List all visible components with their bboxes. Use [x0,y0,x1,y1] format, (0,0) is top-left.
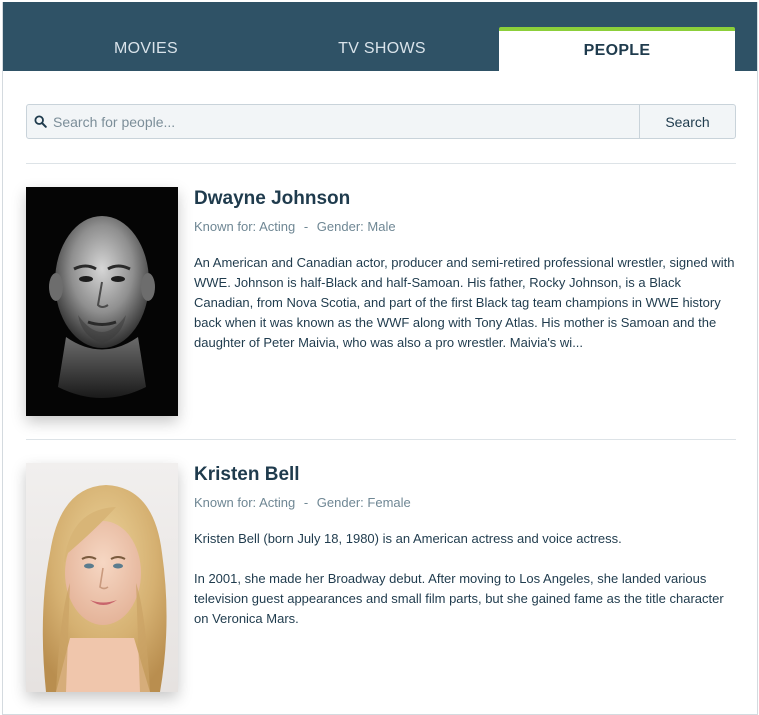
person-info: Dwayne Johnson Known for: Acting - Gende… [194,187,736,353]
gender-label: Gender: [316,219,364,234]
gender-value: Female [367,495,411,510]
meta-separator: - [303,219,309,234]
tab-people[interactable]: PEOPLE [499,27,735,71]
person-meta: Known for: Acting - Gender: Male [194,219,736,235]
bio-paragraph: An American and Canadian actor, producer… [194,255,735,350]
search-input[interactable] [53,105,639,138]
gender-value: Male [367,219,396,234]
person-photo[interactable] [26,187,178,416]
person-bio: An American and Canadian actor, producer… [194,253,736,353]
bio-paragraph: Kristen Bell (born July 18, 1980) is an … [194,531,622,546]
divider [26,439,736,440]
search-button[interactable]: Search [639,105,735,138]
search-bar: Search [26,104,736,139]
known-for-value: Acting [259,495,296,510]
search-icon [27,105,53,138]
person-name[interactable]: Dwayne Johnson [194,187,736,211]
bio-paragraph: In 2001, she made her Broadway debut. Af… [194,571,724,626]
known-for-value: Acting [259,219,296,234]
person-info: Kristen Bell Known for: Acting - Gender:… [194,463,736,629]
person-card: Kristen Bell Known for: Acting - Gender:… [26,463,736,695]
tab-tv-shows[interactable]: TV SHOWS [264,27,500,71]
known-for-label: Known for: [194,495,257,510]
tab-bar: MOVIES TV SHOWS PEOPLE [3,2,757,71]
known-for-label: Known for: [194,219,257,234]
gender-label: Gender: [316,495,364,510]
divider [26,163,736,164]
tab-movies[interactable]: MOVIES [28,27,264,71]
person-card: Dwayne Johnson Known for: Acting - Gende… [26,187,736,419]
person-bio: Kristen Bell (born July 18, 1980) is an … [194,529,736,629]
person-name[interactable]: Kristen Bell [194,463,736,487]
person-meta: Known for: Acting - Gender: Female [194,495,736,511]
app-frame: MOVIES TV SHOWS PEOPLE Search for people… [2,2,758,715]
person-photo[interactable] [26,463,178,692]
meta-separator: - [303,495,309,510]
